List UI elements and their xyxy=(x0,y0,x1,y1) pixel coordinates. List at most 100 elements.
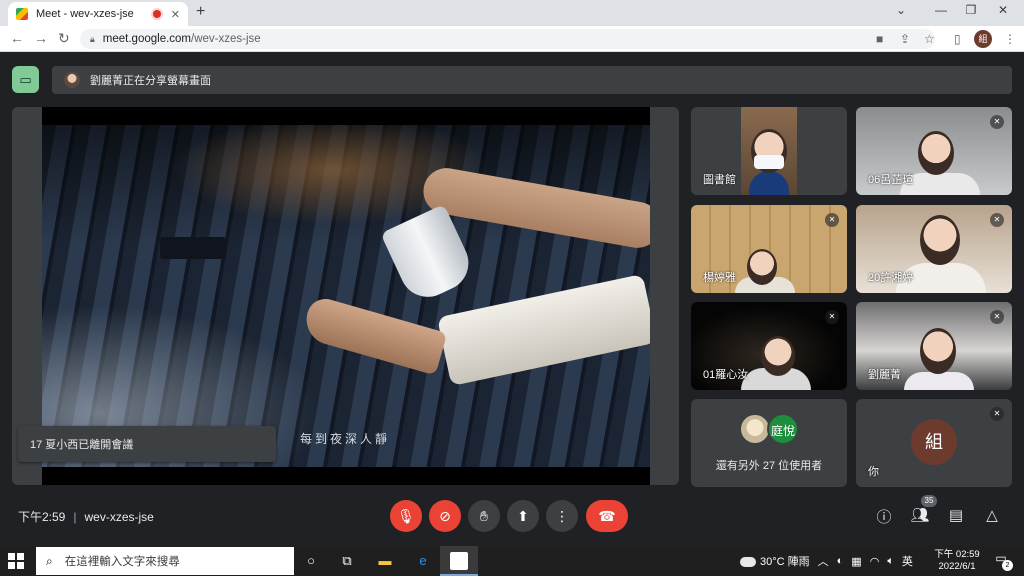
address-bar[interactable]: 🔒︎ meet.google.com/wev-xzes-jse xyxy=(80,29,935,49)
task-view-icon[interactable]: ⧉ xyxy=(336,550,358,572)
browser-toolbar: ← → ↻ 🔒︎ meet.google.com/wev-xzes-jse ■ … xyxy=(0,26,1024,52)
chrome-menu-icon[interactable]: ⋮ xyxy=(1004,32,1016,46)
screen-share-stage[interactable]: 每到夜深人靜 17 夏小西已離開會議 xyxy=(12,107,679,485)
search-icon: ⌕ xyxy=(46,553,53,568)
side-panel-icon[interactable]: ▯ xyxy=(954,32,961,46)
participant-tile[interactable]: ✕ 20許湘婷 xyxy=(856,205,1012,293)
back-arrow-icon[interactable]: ← xyxy=(10,30,24,46)
participant-tile[interactable]: ✕ 06呂芷瑄 xyxy=(856,107,1012,195)
participant-tile[interactable]: ✕ 楊婷雅 xyxy=(691,205,847,293)
reload-icon[interactable]: ↻ xyxy=(58,30,70,47)
participant-face xyxy=(761,336,795,376)
windows-taskbar: ⌕ 在這裡輸入文字來搜尋 ○ ⧉ ▬ e 30°C 陣雨 ︿ ◐ ▦ ◠ 🔈︎ … xyxy=(0,546,1024,576)
self-tile[interactable]: 組 ✕ 你 xyxy=(856,399,1012,487)
meet-favicon-icon xyxy=(16,8,28,20)
share-icon[interactable]: ⇪ xyxy=(900,32,910,46)
tray-overflow-icon[interactable]: ︿ xyxy=(818,553,829,569)
close-window-button[interactable]: ✕ xyxy=(988,3,1018,17)
system-tray: 30°C 陣雨 ︿ ◐ ▦ ◠ 🔈︎ 英 xyxy=(740,546,921,576)
weather-text[interactable]: 30°C 陣雨 xyxy=(760,553,810,569)
url-path: /wev-xzes-jse xyxy=(191,33,261,45)
leave-call-button[interactable]: ☎︎ xyxy=(586,500,628,532)
volume-icon[interactable]: 🔈︎ xyxy=(887,555,894,568)
notification-count: 2 xyxy=(1002,560,1013,571)
presenting-layout-icon[interactable]: ▭ xyxy=(12,66,39,93)
chrome-window-icon xyxy=(450,552,468,570)
video-frame: 每到夜深人靜 xyxy=(42,125,650,467)
mic-off-icon: ✕ xyxy=(990,115,1004,129)
camera-in-use-icon[interactable]: ■ xyxy=(876,32,883,46)
tab-search-button[interactable]: ⌄ xyxy=(886,3,916,17)
other-participants-avatars: 庭悅 xyxy=(739,413,799,445)
other-participants-label: 還有另外 27 位使用者 xyxy=(715,460,823,472)
weather-icon xyxy=(740,557,756,567)
internet-explorer-icon[interactable]: e xyxy=(412,550,434,572)
tab-close-icon[interactable]: ✕ xyxy=(171,8,180,21)
url-host: meet.google.com xyxy=(102,33,192,45)
presenting-banner-text: 劉麗菁正在分享螢幕畫面 xyxy=(90,75,211,87)
lock-icon: 🔒︎ xyxy=(90,33,95,44)
participant-avatar: 庭悅 xyxy=(767,413,799,445)
camera-off-button[interactable]: ⊘ xyxy=(429,500,461,532)
presenting-banner: 劉麗菁正在分享螢幕畫面 xyxy=(52,66,1012,94)
input-method-indicator[interactable]: 英 xyxy=(902,553,913,569)
bookmark-star-icon[interactable]: ☆ xyxy=(924,32,935,46)
browser-tab-strip: Meet - wev-xzes-jse ✕ + ⌄ — ❐ ✕ xyxy=(0,0,1024,26)
mic-off-icon: ✕ xyxy=(825,213,839,227)
file-explorer-icon[interactable]: ▬ xyxy=(374,550,396,572)
wifi-icon[interactable]: ◠ xyxy=(870,555,880,568)
participant-tile[interactable]: 圖書館 xyxy=(691,107,847,195)
new-tab-button[interactable]: + xyxy=(196,3,205,21)
presenter-avatar xyxy=(64,72,80,88)
participant-name: 01羅心汝 xyxy=(703,369,749,381)
meeting-time: 下午2:59 xyxy=(18,510,66,524)
windows-search-box[interactable]: ⌕ 在這裡輸入文字來搜尋 xyxy=(36,547,294,575)
mic-off-icon: ✕ xyxy=(825,310,839,324)
participant-name: 圖書館 xyxy=(703,174,736,186)
participant-face xyxy=(918,131,954,175)
other-participants-tile[interactable]: 庭悅 還有另外 27 位使用者 xyxy=(691,399,847,487)
self-avatar: 組 xyxy=(911,419,957,465)
browser-tab-meet[interactable]: Meet - wev-xzes-jse ✕ xyxy=(8,2,188,26)
people-icon[interactable]: 👥︎ xyxy=(910,506,930,524)
recording-indicator-icon xyxy=(152,10,161,18)
tray-app-icon[interactable]: ◐ xyxy=(837,555,844,567)
participant-face xyxy=(920,328,956,374)
tab-title: Meet - wev-xzes-jse xyxy=(36,8,134,20)
participant-name: 劉麗菁 xyxy=(868,369,901,381)
present-now-button[interactable]: ⬆︎ xyxy=(507,500,539,532)
windows-start-icon[interactable] xyxy=(8,553,24,569)
raise-hand-button[interactable]: ✋︎ xyxy=(468,500,500,532)
meeting-info: 下午2:59 | wev-xzes-jse xyxy=(18,508,154,525)
minimize-button[interactable]: — xyxy=(926,3,956,17)
video-sleeve xyxy=(437,273,650,387)
maximize-button[interactable]: ❐ xyxy=(956,3,986,17)
meeting-code[interactable]: wev-xzes-jse xyxy=(84,510,153,524)
video-tile-block xyxy=(160,237,226,259)
chat-icon[interactable]: ▤ xyxy=(946,506,966,524)
mic-off-button[interactable]: 🎙︎ xyxy=(390,500,422,532)
forward-arrow-icon[interactable]: → xyxy=(34,30,48,46)
notification-center-icon[interactable]: ▭ 2 xyxy=(992,551,1013,571)
participant-name: 20許湘婷 xyxy=(868,272,914,284)
face-mask xyxy=(754,155,784,169)
taskbar-date: 2022/6/1 xyxy=(938,561,976,572)
activities-icon[interactable]: △ xyxy=(982,506,1002,524)
participant-name: 06呂芷瑄 xyxy=(868,174,914,186)
taskbar-clock[interactable]: 下午 02:59 2022/6/1 xyxy=(930,549,984,573)
taskbar-chrome-active[interactable] xyxy=(440,546,478,576)
profile-avatar[interactable]: 組 xyxy=(974,30,992,48)
video-subtitle: 每到夜深人靜 xyxy=(300,432,391,446)
more-options-button[interactable]: ⋮ xyxy=(546,500,578,532)
participant-face xyxy=(920,215,960,265)
participant-tile[interactable]: ✕ 劉麗菁 xyxy=(856,302,1012,390)
divider: | xyxy=(73,509,77,524)
participant-tile[interactable]: ✕ 01羅心汝 xyxy=(691,302,847,390)
tray-network-app-icon[interactable]: ▦ xyxy=(851,555,861,568)
mic-off-icon: ✕ xyxy=(990,213,1004,227)
cortana-icon[interactable]: ○ xyxy=(300,550,322,572)
meeting-details-icon[interactable]: ⓘ xyxy=(874,506,894,527)
participant-body xyxy=(904,372,974,390)
windows-search-placeholder: 在這裡輸入文字來搜尋 xyxy=(64,556,180,568)
participant-face xyxy=(747,249,777,285)
